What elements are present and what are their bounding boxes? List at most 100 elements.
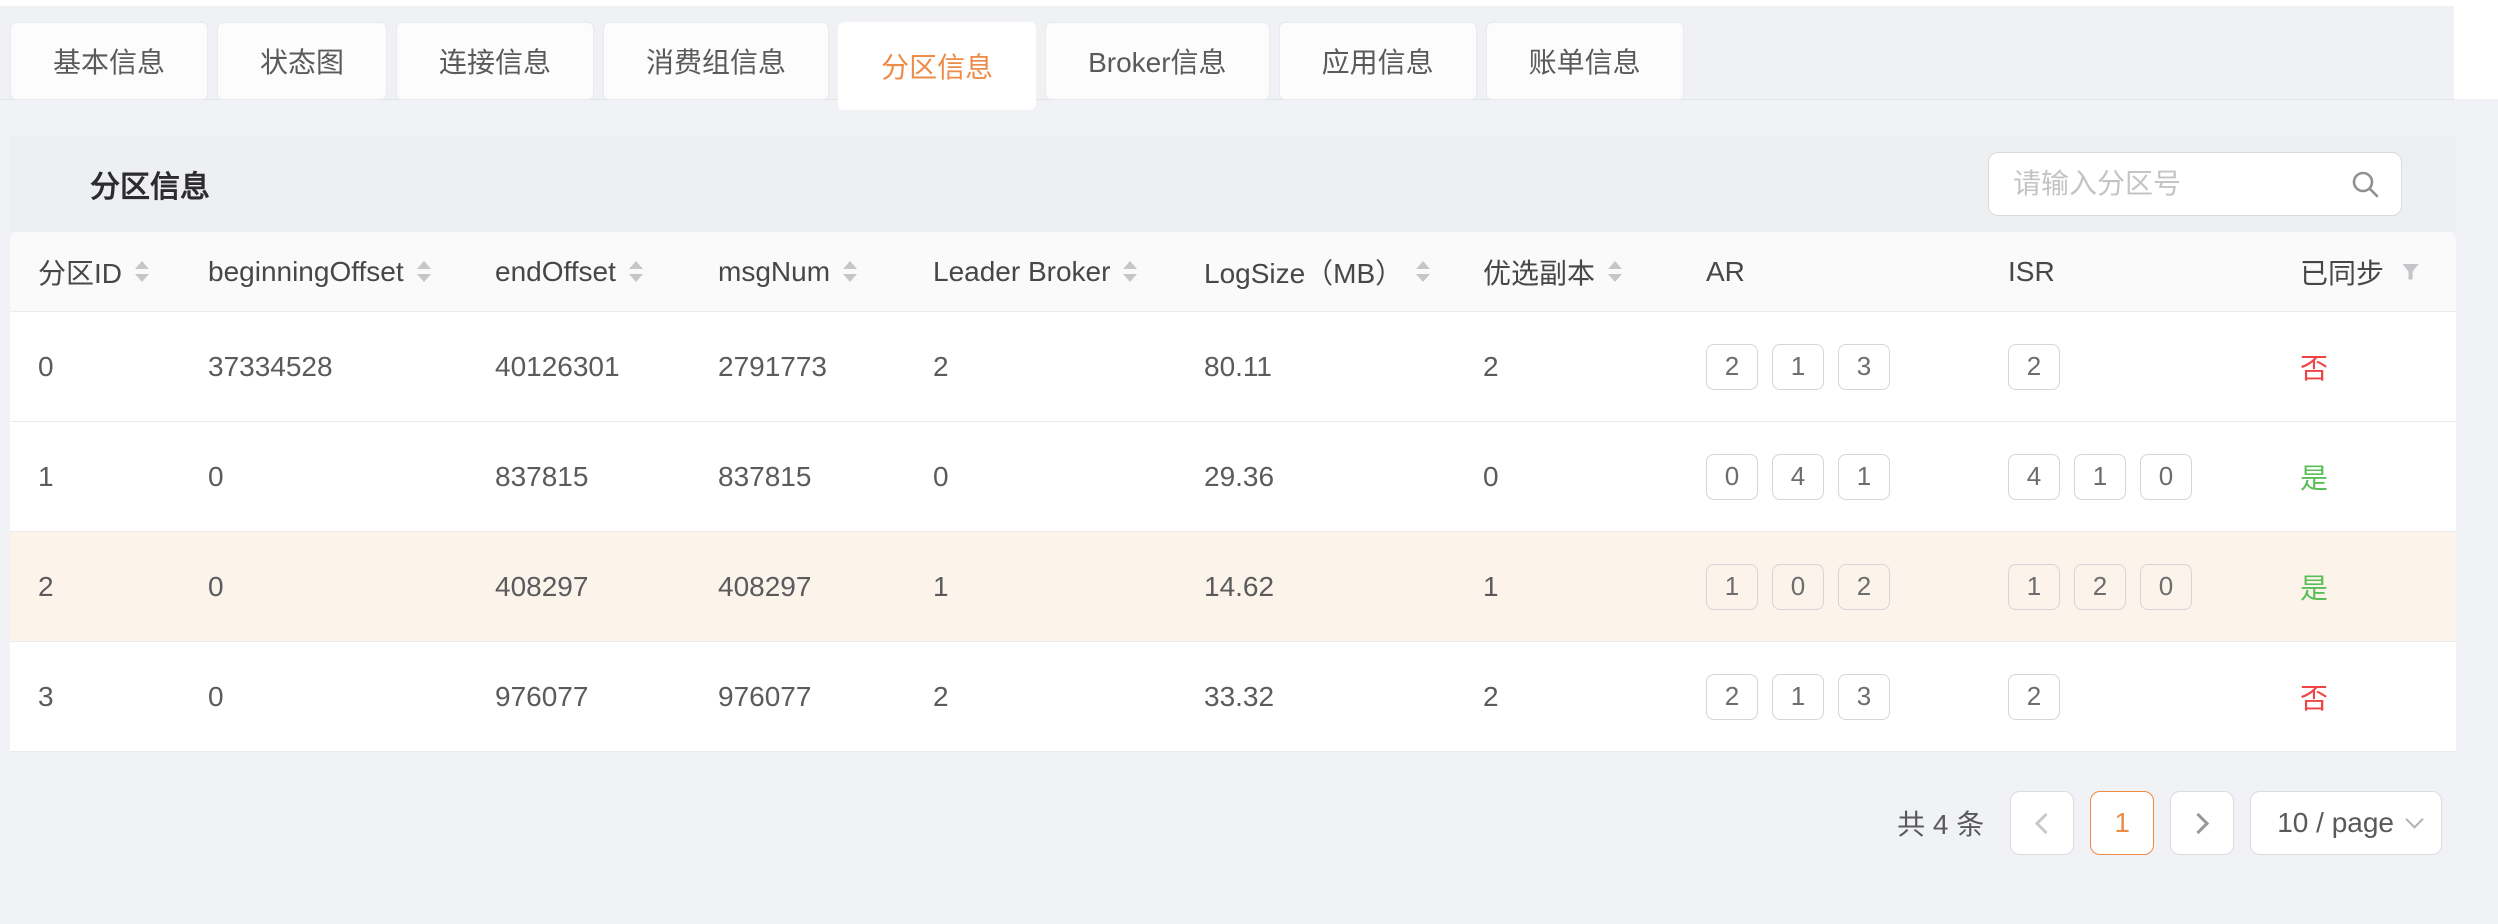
column-label-msg_num: msgNum <box>718 256 830 288</box>
cell-msg_num: 837815 <box>690 461 905 493</box>
search-icon[interactable] <box>2349 168 2381 200</box>
cell-end_offset: 40126301 <box>467 351 690 383</box>
column-header-synced[interactable]: 已同步 <box>2272 252 2456 292</box>
cell-log_size_mb: 80.11 <box>1176 351 1455 383</box>
sort-icon[interactable] <box>135 261 149 282</box>
column-header-partition_id[interactable]: 分区ID <box>10 252 180 292</box>
cell-log_size_mb: 29.36 <box>1176 461 1455 493</box>
isr-replica-tag: 2 <box>2074 564 2126 610</box>
caret-down-icon <box>843 274 857 282</box>
isr-replica-tag: 2 <box>2008 344 2060 390</box>
column-header-preferred_replica[interactable]: 优选副本 <box>1455 252 1678 292</box>
chevron-left-icon <box>2035 812 2056 833</box>
caret-up-icon <box>843 261 857 269</box>
page-size-select[interactable]: 10 / page <box>2250 791 2442 855</box>
sort-icon[interactable] <box>629 261 643 282</box>
caret-up-icon <box>135 261 149 269</box>
column-label-partition_id: 分区ID <box>38 252 122 292</box>
cell-leader_broker: 1 <box>905 571 1176 603</box>
pagination-next-button[interactable] <box>2170 791 2234 855</box>
synced-status: 是 <box>2300 457 2328 497</box>
cell-end_offset: 837815 <box>467 461 690 493</box>
cell-ar: 041 <box>1678 454 1980 500</box>
ar-replica-tag: 2 <box>1706 344 1758 390</box>
tab-账单信息[interactable]: 账单信息 <box>1486 22 1684 100</box>
partition-search-box[interactable] <box>1988 152 2402 216</box>
column-header-end_offset[interactable]: endOffset <box>467 256 690 288</box>
column-label-isr: ISR <box>2008 256 2055 288</box>
cell-end_offset: 976077 <box>467 681 690 713</box>
cell-msg_num: 976077 <box>690 681 905 713</box>
cell-synced: 是 <box>2272 567 2456 607</box>
cell-leader_broker: 2 <box>905 681 1176 713</box>
sort-icon[interactable] <box>1608 261 1622 282</box>
panel-title: 分区信息 <box>90 162 210 206</box>
partition-info-panel: 分区信息 分区ID beginningOffset endOffset msgNum L… <box>10 135 2456 752</box>
column-label-beginning_offset: beginningOffset <box>208 256 404 288</box>
column-label-log_size_mb: LogSize（MB） <box>1204 252 1403 292</box>
tab-应用信息[interactable]: 应用信息 <box>1279 22 1477 100</box>
ar-replica-tag: 1 <box>1838 454 1890 500</box>
cell-preferred_replica: 2 <box>1455 681 1678 713</box>
pagination-prev-button[interactable] <box>2010 791 2074 855</box>
table-row-partition-3[interactable]: 30976077976077233.3222132否 <box>10 642 2456 752</box>
cell-isr: 2 <box>1980 674 2272 720</box>
ar-replica-tag: 0 <box>1772 564 1824 610</box>
table-header-row: 分区ID beginningOffset endOffset msgNum Leader… <box>10 232 2456 312</box>
tab-Broker信息[interactable]: Broker信息 <box>1045 22 1269 100</box>
sort-icon[interactable] <box>1416 261 1430 282</box>
top-right-white-block <box>2454 0 2498 99</box>
cell-partition_id: 1 <box>10 461 180 493</box>
chevron-down-icon <box>2405 810 2423 828</box>
cell-msg_num: 2791773 <box>690 351 905 383</box>
synced-status: 否 <box>2300 677 2328 717</box>
column-header-log_size_mb[interactable]: LogSize（MB） <box>1176 252 1455 292</box>
isr-replica-tag: 0 <box>2140 454 2192 500</box>
tab-基本信息[interactable]: 基本信息 <box>10 22 208 100</box>
pagination-total: 共 4 条 <box>1897 803 1984 843</box>
cell-msg_num: 408297 <box>690 571 905 603</box>
caret-down-icon <box>1416 274 1430 282</box>
ar-replica-tag: 0 <box>1706 454 1758 500</box>
partition-search-input[interactable] <box>2013 168 2349 200</box>
cell-leader_broker: 0 <box>905 461 1176 493</box>
column-header-leader_broker[interactable]: Leader Broker <box>905 256 1176 288</box>
ar-replica-tag: 2 <box>1838 564 1890 610</box>
cell-synced: 是 <box>2272 457 2456 497</box>
caret-up-icon <box>1608 261 1622 269</box>
table-row-partition-0[interactable]: 037334528401263012791773280.1122132否 <box>10 312 2456 422</box>
sort-icon[interactable] <box>1123 261 1137 282</box>
chevron-right-icon <box>2188 812 2209 833</box>
cell-log_size_mb: 14.62 <box>1176 571 1455 603</box>
cell-isr: 410 <box>1980 454 2272 500</box>
cell-preferred_replica: 0 <box>1455 461 1678 493</box>
isr-replica-tag: 2 <box>2008 674 2060 720</box>
sort-icon[interactable] <box>843 261 857 282</box>
cell-partition_id: 0 <box>10 351 180 383</box>
ar-replica-tag: 1 <box>1772 344 1824 390</box>
tab-bar: 基本信息状态图连接信息消费组信息分区信息Broker信息应用信息账单信息 <box>0 6 2454 100</box>
caret-up-icon <box>1416 261 1430 269</box>
column-header-beginning_offset[interactable]: beginningOffset <box>180 256 467 288</box>
cell-partition_id: 2 <box>10 571 180 603</box>
cell-isr: 120 <box>1980 564 2272 610</box>
sort-icon[interactable] <box>417 261 431 282</box>
column-header-msg_num[interactable]: msgNum <box>690 256 905 288</box>
column-header-isr: ISR <box>1980 256 2272 288</box>
table-row-partition-2[interactable]: 20408297408297114.621102120是 <box>10 532 2456 642</box>
ar-replica-tag: 4 <box>1772 454 1824 500</box>
table-row-partition-1[interactable]: 10837815837815029.360041410是 <box>10 422 2456 532</box>
tab-分区信息[interactable]: 分区信息 <box>838 22 1036 110</box>
caret-down-icon <box>417 274 431 282</box>
tab-连接信息[interactable]: 连接信息 <box>396 22 594 100</box>
ar-replica-tag: 1 <box>1706 564 1758 610</box>
ar-replica-tag: 2 <box>1706 674 1758 720</box>
cell-leader_broker: 2 <box>905 351 1176 383</box>
tab-消费组信息[interactable]: 消费组信息 <box>603 22 829 100</box>
cell-beginning_offset: 0 <box>180 461 467 493</box>
tab-状态图[interactable]: 状态图 <box>217 22 387 100</box>
filter-funnel-icon[interactable] <box>2402 264 2419 280</box>
ar-replica-tag: 3 <box>1838 674 1890 720</box>
pagination-page-1-button[interactable]: 1 <box>2090 791 2154 855</box>
caret-down-icon <box>135 274 149 282</box>
